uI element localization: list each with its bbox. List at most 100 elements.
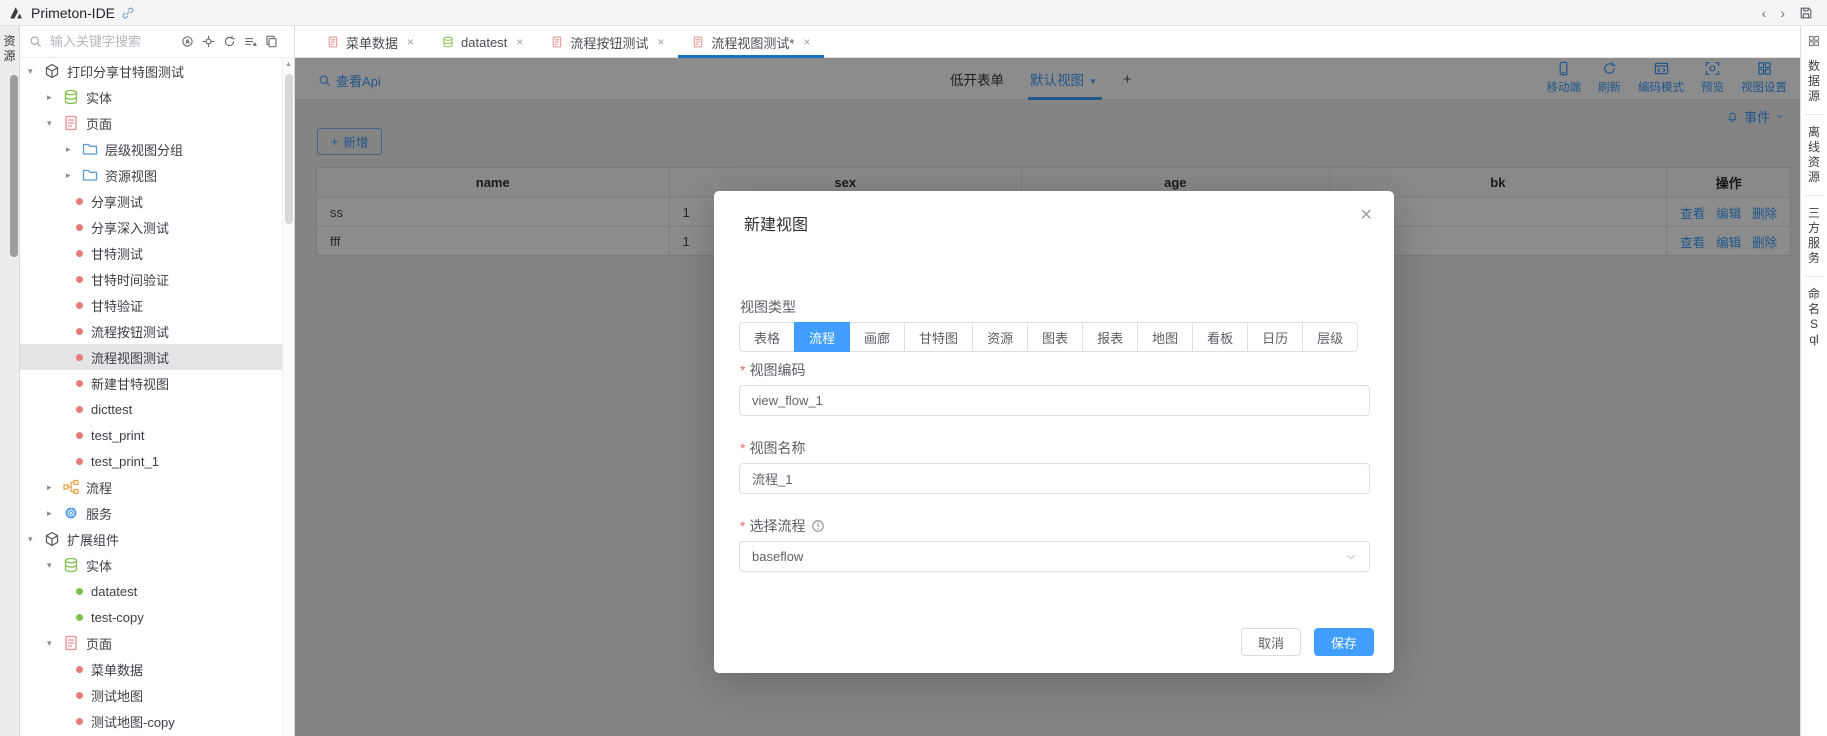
panel-tab-offline-resources[interactable]: 离线资源: [1807, 125, 1821, 185]
expand-arrow-icon[interactable]: [47, 560, 63, 571]
tree-item[interactable]: 流程: [20, 474, 282, 500]
sidebar-scrollbar[interactable]: ▲: [282, 58, 294, 736]
file-switch-icon[interactable]: [265, 35, 278, 48]
tree-item[interactable]: 测试地图-copy: [20, 708, 282, 734]
page-icon: [63, 115, 79, 131]
tree-item[interactable]: 分享深入测试: [20, 214, 282, 240]
expand-arrow-icon[interactable]: [28, 534, 44, 545]
tree-item[interactable]: 分享测试: [20, 188, 282, 214]
tree-item-label: datatest: [91, 584, 137, 599]
type-option-table[interactable]: 表格: [739, 322, 795, 352]
folder-icon: [82, 141, 98, 157]
required-mark: *: [740, 440, 745, 456]
tree-item[interactable]: 菜单数据: [20, 656, 282, 682]
type-option-gallery[interactable]: 画廊: [849, 322, 905, 352]
tab-flow-view-test-active[interactable]: 流程视图测试* ×: [678, 26, 824, 58]
flow-icon: [63, 479, 79, 495]
tree-item[interactable]: 测试地图: [20, 682, 282, 708]
tree-item[interactable]: 页面: [20, 630, 282, 656]
info-icon[interactable]: [811, 519, 825, 533]
activity-tab-resources[interactable]: 资源: [3, 34, 17, 64]
locate-icon[interactable]: [202, 35, 215, 48]
type-option-hierarchy[interactable]: 层级: [1302, 322, 1358, 352]
tab-menu-data[interactable]: 菜单数据 ×: [313, 26, 428, 58]
save-icon[interactable]: [1799, 6, 1813, 20]
scrollbar-thumb[interactable]: [285, 74, 293, 224]
type-option-flow-active[interactable]: 流程: [794, 322, 850, 352]
expand-arrow-icon[interactable]: [47, 508, 63, 519]
tree-item[interactable]: 甘特验证: [20, 292, 282, 318]
view-code-input[interactable]: [739, 385, 1370, 416]
close-icon[interactable]: ×: [1360, 205, 1372, 225]
dialog-title: 新建视图: [744, 211, 808, 235]
tree-item-label: 甘特验证: [91, 296, 143, 315]
type-option-map[interactable]: 地图: [1137, 322, 1193, 352]
refresh-tree-icon[interactable]: [223, 35, 236, 48]
flow-select[interactable]: baseflow: [739, 541, 1370, 572]
collapse-all-icon[interactable]: [244, 35, 257, 48]
package-icon: [44, 531, 60, 547]
cancel-button[interactable]: 取消: [1241, 628, 1301, 656]
view-code-label: * 视图编码: [740, 360, 805, 380]
panel-dock-icon[interactable]: [1808, 35, 1820, 47]
page-dot-icon: [76, 198, 83, 205]
type-option-chart[interactable]: 图表: [1027, 322, 1083, 352]
tree-item[interactable]: 实体: [20, 84, 282, 110]
tree-item[interactable]: 甘特测试: [20, 240, 282, 266]
type-option-report[interactable]: 报表: [1082, 322, 1138, 352]
required-mark: *: [740, 518, 745, 534]
tree-item-selected[interactable]: 流程视图测试: [20, 344, 282, 370]
type-option-resource[interactable]: 资源: [972, 322, 1028, 352]
tree-item[interactable]: 服务: [20, 500, 282, 526]
close-icon[interactable]: ×: [803, 35, 810, 49]
tree-item[interactable]: 层级视图分组: [20, 136, 282, 162]
search-input[interactable]: [50, 34, 173, 49]
tree-item[interactable]: 打印分享甘特图测试: [20, 58, 282, 84]
tree-item[interactable]: 甘特时间验证: [20, 266, 282, 292]
tree-item-label: 新建甘特视图: [91, 374, 169, 393]
expand-arrow-icon[interactable]: [66, 144, 82, 155]
tree-item[interactable]: 实体: [20, 552, 282, 578]
panel-tab-datasource[interactable]: 数据源: [1807, 59, 1821, 104]
tree-item[interactable]: test-copy: [20, 604, 282, 630]
view-name-label: * 视图名称: [740, 438, 805, 458]
nav-forward-icon[interactable]: ›: [1780, 6, 1785, 20]
service-gear-icon: [63, 505, 79, 521]
type-option-calendar[interactable]: 日历: [1247, 322, 1303, 352]
panel-tab-named-sql[interactable]: 命名Sql: [1807, 287, 1821, 347]
expand-arrow-icon[interactable]: [66, 170, 82, 181]
tree-item[interactable]: 资源视图: [20, 162, 282, 188]
expand-arrow-icon[interactable]: [28, 66, 44, 77]
link-icon[interactable]: [121, 6, 135, 20]
chevron-down-icon: [1345, 551, 1357, 563]
close-icon[interactable]: ×: [516, 35, 523, 49]
tab-label: 菜单数据: [346, 33, 398, 52]
tree-item[interactable]: 页面: [20, 110, 282, 136]
tab-flow-button-test[interactable]: 流程按钮测试 ×: [537, 26, 678, 58]
ai-assist-icon[interactable]: [181, 35, 194, 48]
required-mark: *: [740, 362, 745, 378]
tree-item[interactable]: 流程按钮测试: [20, 318, 282, 344]
panel-tab-third-party-services[interactable]: 三方服务: [1807, 206, 1821, 266]
expand-arrow-icon[interactable]: [47, 92, 63, 103]
view-name-input[interactable]: [739, 463, 1370, 494]
expand-arrow-icon[interactable]: [47, 638, 63, 649]
tree-item[interactable]: 扩展组件: [20, 526, 282, 552]
tree-item[interactable]: dicttest: [20, 396, 282, 422]
scroll-up-arrow-icon[interactable]: ▲: [283, 61, 294, 68]
close-icon[interactable]: ×: [407, 35, 414, 49]
tree-item[interactable]: 新建甘特视图: [20, 370, 282, 396]
view-type-label: 视图类型: [740, 297, 796, 317]
tree-item[interactable]: datatest: [20, 578, 282, 604]
save-button[interactable]: 保存: [1314, 628, 1374, 656]
expand-arrow-icon[interactable]: [47, 482, 63, 493]
type-option-gantt[interactable]: 甘特图: [904, 322, 973, 352]
close-icon[interactable]: ×: [657, 35, 664, 49]
tab-datatest[interactable]: datatest ×: [428, 26, 537, 58]
nav-back-icon[interactable]: ‹: [1762, 6, 1767, 20]
activity-scrollbar-thumb[interactable]: [10, 75, 18, 257]
tree-item[interactable]: test_print: [20, 422, 282, 448]
tree-item[interactable]: test_print_1: [20, 448, 282, 474]
expand-arrow-icon[interactable]: [47, 118, 63, 129]
type-option-kanban[interactable]: 看板: [1192, 322, 1248, 352]
